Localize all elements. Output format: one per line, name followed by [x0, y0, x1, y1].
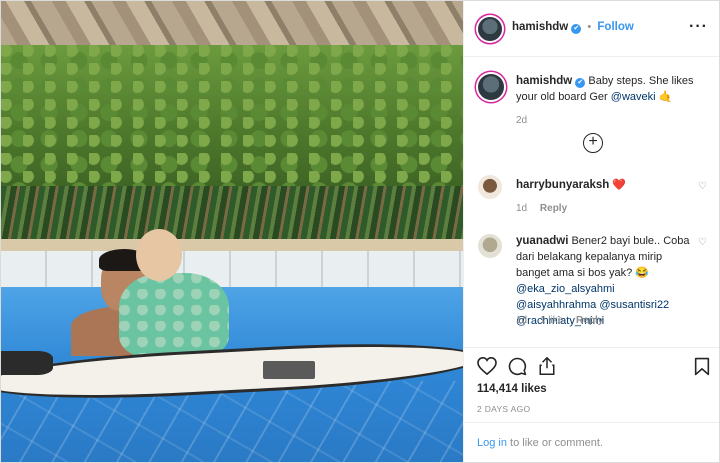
- author-avatar[interactable]: [478, 17, 502, 41]
- follow-button[interactable]: Follow: [597, 21, 633, 33]
- surfboard-nose: [1, 351, 53, 375]
- separator-dot: •: [584, 21, 595, 33]
- caption-mention[interactable]: @waveki: [611, 91, 656, 103]
- comment-meta: 1d 1 like Reply: [516, 315, 603, 326]
- commenter-avatar[interactable]: [478, 234, 502, 258]
- heart-icon[interactable]: [477, 357, 497, 375]
- comment-like-icon[interactable]: ♡: [698, 181, 708, 192]
- comment-username[interactable]: harrybunyaraksh: [516, 179, 609, 191]
- caption-text-block: hamishdw ✔ Baby steps. She likes your ol…: [516, 73, 706, 105]
- shaka-emoji: 🤙: [658, 91, 673, 103]
- caption-username[interactable]: hamishdw: [516, 75, 572, 87]
- pool-tiles: [1, 251, 463, 289]
- author-username[interactable]: hamishdw: [512, 21, 568, 33]
- verified-badge-icon: ✔: [575, 78, 586, 88]
- post-timestamp[interactable]: 2 DAYS AGO: [477, 404, 530, 414]
- comment-username[interactable]: yuanadwi: [516, 235, 568, 247]
- post-photo[interactable]: [1, 1, 463, 462]
- bookmark-icon[interactable]: [694, 357, 710, 376]
- commenter-avatar[interactable]: [478, 175, 502, 199]
- ellipsis-icon[interactable]: ···: [689, 18, 708, 36]
- caption-age[interactable]: 2d: [516, 115, 527, 126]
- heart-emoji: ❤️: [612, 179, 627, 191]
- post-header: hamishdw ✔ • Follow ···: [464, 1, 719, 57]
- login-link[interactable]: Log in: [477, 437, 507, 449]
- caption-avatar[interactable]: [478, 74, 504, 100]
- plus-circle-icon[interactable]: +: [583, 133, 603, 153]
- comment-age[interactable]: 1d: [516, 315, 527, 326]
- comment-like-icon[interactable]: ♡: [698, 237, 708, 248]
- baby-head: [136, 229, 182, 281]
- post-sidebar: hamishdw ✔ • Follow ··· hamishdw ✔ Baby …: [463, 1, 719, 462]
- comment-likes[interactable]: 1 like: [540, 315, 563, 326]
- hedge: [1, 45, 463, 195]
- login-text: Log in to like or comment.: [477, 435, 603, 451]
- surfboard-logo: [263, 361, 315, 379]
- reply-button[interactable]: Reply: [576, 315, 603, 326]
- comment-age[interactable]: 1d: [516, 203, 527, 214]
- reply-button[interactable]: Reply: [540, 203, 567, 214]
- baby-body: [119, 273, 229, 357]
- share-icon[interactable]: [538, 356, 556, 376]
- header-line: hamishdw ✔ • Follow: [512, 21, 634, 34]
- verified-badge-icon: ✔: [571, 24, 582, 34]
- plants: [1, 186, 463, 241]
- login-prompt: Log in to like or comment.: [464, 422, 719, 462]
- likes-count[interactable]: 114,414 likes: [477, 383, 547, 395]
- login-rest: to like or comment.: [506, 437, 603, 449]
- comment-text-block: harrybunyaraksh ❤️: [516, 177, 626, 193]
- comment-icon[interactable]: [508, 357, 527, 376]
- comment-meta: 1d Reply: [516, 203, 567, 214]
- instagram-post: hamishdw ✔ • Follow ··· hamishdw ✔ Baby …: [0, 0, 720, 463]
